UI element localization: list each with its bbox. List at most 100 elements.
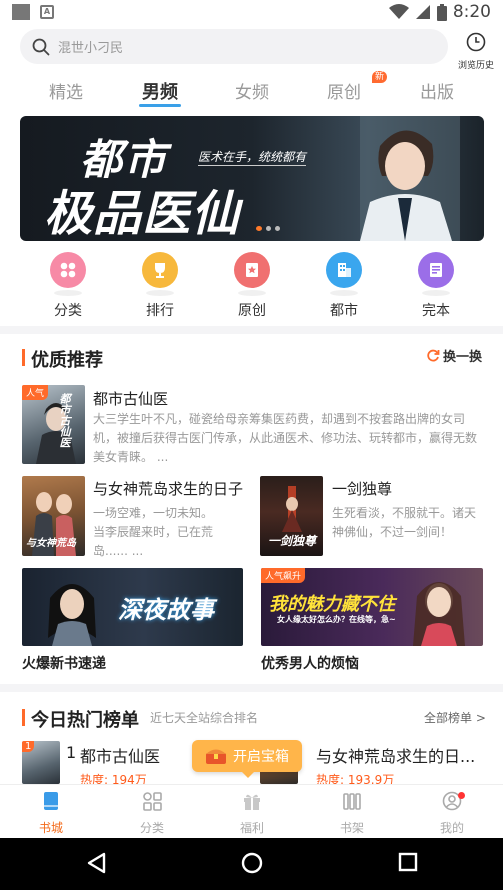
- section-divider: [0, 326, 503, 334]
- category-fenlei[interactable]: 分类: [38, 252, 98, 320]
- rank-book-title[interactable]: 都市古仙医: [80, 743, 160, 767]
- rank-book-cover[interactable]: 1: [22, 741, 60, 784]
- list-icon: [418, 252, 454, 296]
- rank-book-title[interactable]: 与女神荒岛求生的日...: [316, 743, 475, 767]
- banner-subtitle: 医术在手，统统都有: [198, 150, 307, 166]
- signal-icon: [415, 5, 430, 19]
- search-placeholder: 混世小刁民: [58, 41, 124, 56]
- category-label: 完本: [422, 303, 450, 319]
- category-shortcuts: 分类 排行 原创 都市 完本: [0, 252, 503, 322]
- promo-text: 深夜故事: [118, 596, 214, 624]
- notification-square-icon: [12, 4, 30, 20]
- promo-card[interactable]: 人气飙升 我的魅力藏不住 女人缘太好怎么办？在线等，急~: [261, 568, 483, 646]
- tab-nanpin[interactable]: 男频: [142, 78, 178, 104]
- promo-banner[interactable]: 都市 医术在手，统统都有 极品医仙: [20, 116, 484, 241]
- popular-tag: 人气: [22, 385, 49, 400]
- tab-jingxuan[interactable]: 精选: [49, 78, 83, 103]
- notification-dot: [458, 792, 465, 799]
- promo-subtext: 女人缘太好怎么办？在线等，急~: [277, 615, 396, 624]
- nav-label: 书城: [38, 821, 63, 835]
- status-bar: A 8:20: [0, 0, 503, 24]
- hot-section-subtitle: 近七天全站综合排名: [150, 711, 259, 725]
- treasure-label: 开启宝箱: [233, 749, 289, 765]
- category-label: 原创: [238, 303, 266, 319]
- refresh-button[interactable]: 换一换: [426, 346, 482, 365]
- bookmark-icon: [234, 252, 270, 296]
- category-icon: [143, 792, 162, 811]
- back-icon[interactable]: [86, 852, 106, 874]
- grid-icon: [50, 252, 86, 296]
- search-icon: [32, 38, 50, 55]
- book-title[interactable]: 都市古仙医: [93, 388, 168, 409]
- tab-chuban[interactable]: 出版: [420, 78, 454, 103]
- all-rankings-link[interactable]: 全部榜单 >: [424, 709, 486, 726]
- clock-icon: [466, 32, 486, 52]
- promo-text: 我的魅力藏不住: [269, 594, 395, 615]
- treasure-chest-icon: [206, 749, 226, 764]
- category-dushi[interactable]: 都市: [314, 252, 374, 320]
- book-description: 一场空难，一切未知。当李辰醒来时，已在荒岛...... ...: [93, 506, 214, 558]
- promo-caption[interactable]: 优秀男人的烦恼: [261, 653, 359, 673]
- cover-title: 都市古仙医: [58, 393, 71, 448]
- book-cover[interactable]: 与女神荒岛: [22, 476, 85, 556]
- bookshelf-icon: [343, 793, 361, 810]
- tab-active-indicator: [139, 104, 181, 107]
- treasure-chest-button[interactable]: 开启宝箱: [192, 740, 302, 778]
- system-navigation-bar: [0, 838, 503, 890]
- quality-section-title: 优质推荐: [22, 346, 103, 372]
- book-description: 生死看淡，不服就干。诸天神佛仙，不过一剑间！: [332, 506, 477, 539]
- hot-section-title: 今日热门榜单: [22, 706, 139, 732]
- trending-tag: 人气飙升: [261, 568, 306, 583]
- refresh-label: 换一换: [443, 350, 483, 365]
- history-button[interactable]: 浏览历史: [456, 32, 496, 71]
- nav-label: 我的: [439, 821, 464, 835]
- gift-icon: [244, 794, 260, 810]
- category-paihang[interactable]: 排行: [130, 252, 190, 320]
- nav-bookshelf[interactable]: 书架: [322, 791, 382, 836]
- rank-badge: 1: [22, 741, 35, 752]
- nav-label: 福利: [239, 821, 264, 835]
- banner-character-illustration: [360, 116, 460, 241]
- book-cover[interactable]: 人气 都市古仙医: [22, 385, 85, 464]
- notification-app-icon: A: [40, 5, 54, 19]
- promo-card[interactable]: 深夜故事: [22, 568, 243, 646]
- clock-text: 8:20: [452, 2, 491, 22]
- banner-title-line2: 极品医仙: [44, 186, 241, 241]
- building-icon: [326, 252, 362, 296]
- wifi-icon: [388, 4, 409, 19]
- book-title[interactable]: 一剑独尊: [332, 478, 392, 499]
- battery-icon: [436, 3, 447, 21]
- book-icon: [44, 792, 58, 810]
- nav-label: 分类: [139, 821, 164, 835]
- category-wanben[interactable]: 完本: [406, 252, 466, 320]
- category-label: 排行: [146, 303, 174, 319]
- nav-welfare[interactable]: 福利: [222, 791, 282, 836]
- nav-label: 书架: [339, 821, 364, 835]
- channel-tabs: 精选 男频 女频 原创 出版: [0, 74, 503, 108]
- home-icon[interactable]: [241, 852, 263, 874]
- section-divider: [0, 684, 503, 692]
- promo-caption[interactable]: 火爆新书速递: [22, 653, 106, 673]
- nav-bookstore[interactable]: 书城: [21, 791, 81, 836]
- book-description: 大三学生叶不凡，碰瓷给母亲筹集医药费，却遇到不按套路出牌的女司机，被撞后获得古医…: [93, 412, 478, 464]
- bottom-navigation: 书城 分类 福利 书架 我的: [0, 784, 503, 838]
- cover-title: 一剑独尊: [268, 534, 317, 548]
- book-cover[interactable]: 一剑独尊: [260, 476, 323, 556]
- trophy-icon: [142, 252, 178, 296]
- category-yuanchuang[interactable]: 原创: [222, 252, 282, 320]
- search-input[interactable]: 混世小刁民: [20, 29, 448, 64]
- tab-yuanchuang[interactable]: 原创: [327, 78, 361, 103]
- carousel-indicator: [256, 226, 280, 231]
- book-title[interactable]: 与女神荒岛求生的日子: [93, 478, 243, 499]
- nav-category[interactable]: 分类: [122, 791, 182, 836]
- refresh-icon: [427, 349, 440, 361]
- app-screen: A 8:20 混世小刁民 浏览历史 精选 男频 女频 原创 出版 新 都市 医术…: [0, 0, 503, 890]
- cover-title: 与女神荒岛: [26, 538, 76, 549]
- recents-icon[interactable]: [398, 852, 418, 872]
- new-badge: 新: [372, 71, 388, 83]
- nav-profile[interactable]: 我的: [422, 791, 482, 836]
- tab-nvpin[interactable]: 女频: [235, 78, 269, 103]
- category-label: 都市: [330, 303, 358, 319]
- category-label: 分类: [54, 303, 82, 319]
- rank-number: 1: [66, 743, 77, 762]
